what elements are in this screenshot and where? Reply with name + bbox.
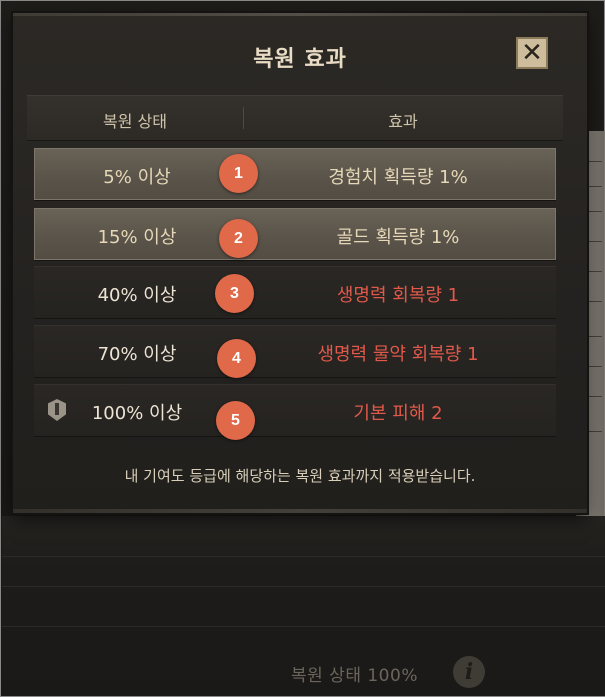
restoration-status-text: 복원 상태 100%	[291, 666, 418, 686]
table-row: 70% 이상 생명력 물약 회복량 1	[34, 325, 556, 378]
table-row: 100% 이상 기본 피해 2	[34, 384, 556, 437]
step-marker-1: 1	[219, 154, 258, 193]
dialog-title: 복원 효과	[253, 47, 347, 72]
step-marker-5: 5	[216, 401, 255, 440]
row-effect: 생명력 물약 회복량 1	[317, 344, 479, 365]
step-marker-2: 2	[219, 219, 258, 258]
screen-frame: 복원 상태 100% i 복원 효과 ✕ 복원 상태 효과 5% 이상 경험치 …	[0, 0, 605, 697]
dialog-top-edge	[13, 13, 587, 16]
close-button[interactable]: ✕	[516, 37, 548, 69]
footer-note: 내 기여도 등급에 해당하는 복원 효과까지 적용받습니다.	[124, 467, 476, 485]
info-icon[interactable]: i	[453, 656, 485, 688]
row-effect: 골드 획득량 1%	[336, 227, 460, 248]
row-status: 100% 이상	[91, 403, 183, 424]
table-row: 15% 이상 골드 획득량 1%	[34, 208, 556, 261]
row-status: 40% 이상	[97, 285, 177, 306]
row-effect: 기본 피해 2	[353, 403, 443, 424]
row-effect: 생명력 회복량 1	[336, 285, 460, 306]
row-status: 70% 이상	[97, 344, 177, 365]
row-status: 5% 이상	[103, 167, 171, 188]
table-header: 복원 상태 효과	[27, 95, 563, 141]
step-marker-4: 4	[217, 339, 256, 378]
column-header-effect: 효과	[388, 112, 418, 131]
step-marker-3: 3	[215, 274, 254, 313]
row-status: 15% 이상	[97, 227, 177, 248]
table-row: 5% 이상 경험치 획득량 1%	[34, 148, 556, 201]
restoration-effect-dialog: 복원 효과 ✕ 복원 상태 효과 5% 이상 경험치 획득량 1% 15% 이상…	[13, 13, 587, 513]
column-header-status: 복원 상태	[103, 112, 167, 131]
dialog-bottom-edge	[13, 509, 587, 513]
table-row: 40% 이상 생명력 회복량 1	[34, 266, 556, 319]
row-effect: 경험치 획득량 1%	[328, 167, 468, 188]
